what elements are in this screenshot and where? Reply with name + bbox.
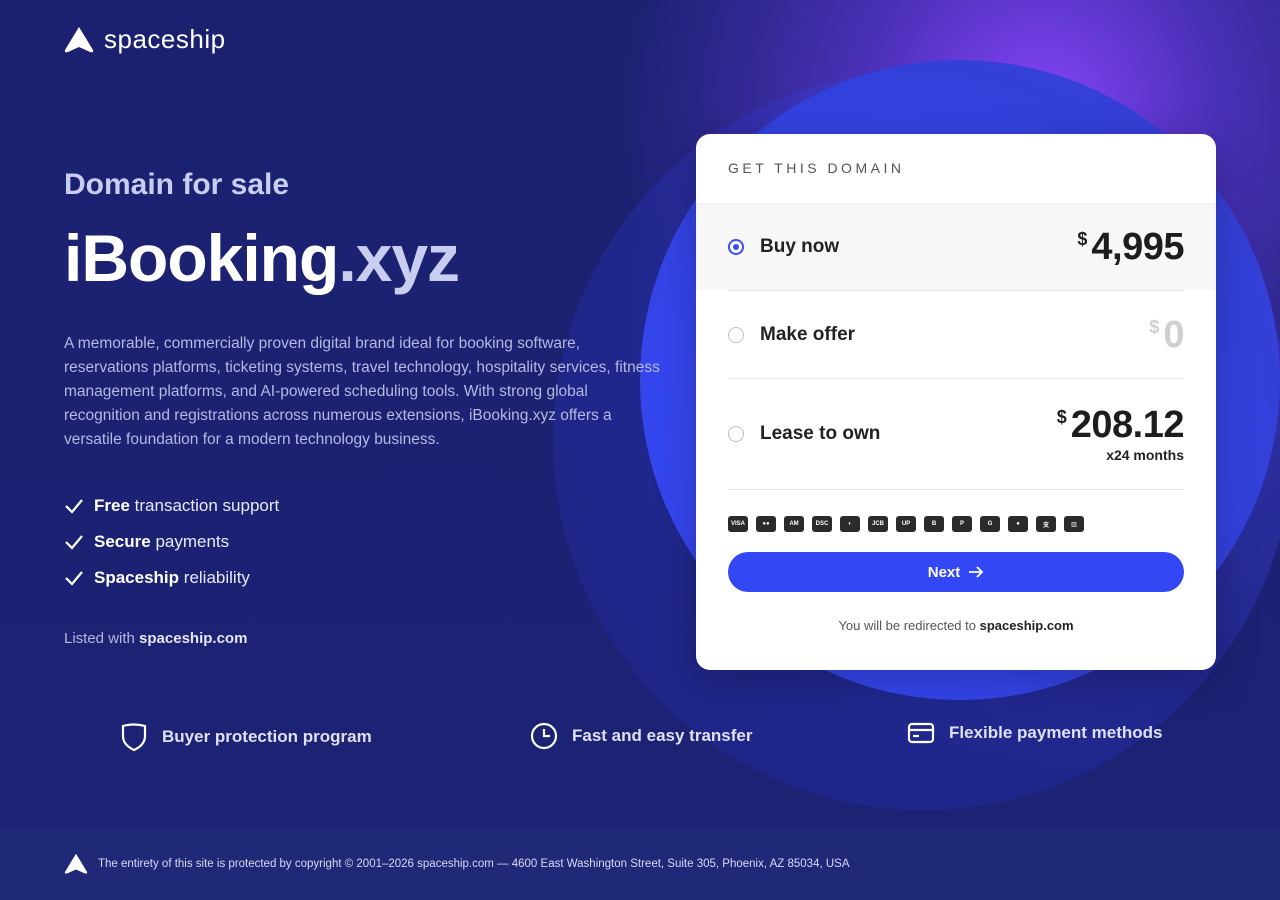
price-buy-now: $ 4,995 (1077, 227, 1184, 267)
radio-buy-now[interactable] (728, 239, 744, 255)
perk-label: Buyer protection program (162, 727, 372, 746)
feature-bold: Spaceship (94, 568, 180, 587)
option-make-offer[interactable]: Make offer $ 0 (696, 291, 1216, 378)
perk-flexible-payment: Flexible payment methods (907, 722, 1163, 744)
currency-symbol: $ (1149, 316, 1160, 337)
divider (728, 489, 1184, 490)
visa-icon: VISA (728, 516, 748, 532)
listed-with: Listed with spaceship.com (64, 630, 666, 647)
mastercard-icon: ●● (756, 516, 776, 532)
domain-title: iBooking.xyz (64, 220, 666, 296)
perk-label: Flexible payment methods (949, 723, 1163, 742)
redirect-note: You will be redirected to spaceship.com (696, 618, 1216, 633)
feature-item: Secure payments (64, 524, 666, 560)
domain-description: A memorable, commercially proven digital… (64, 335, 660, 448)
listed-prefix: Listed with (64, 630, 135, 647)
check-icon (65, 535, 83, 550)
hero-section: Domain for sale iBooking.xyz A memorable… (64, 168, 666, 647)
unionpay-icon: UP (896, 516, 916, 532)
bitcoin-icon: B (924, 516, 944, 532)
check-icon (65, 499, 83, 514)
amex-icon: AM (784, 516, 804, 532)
diners-icon: ◐ (840, 516, 860, 532)
arrow-right-icon (969, 566, 984, 578)
perk-buyer-protection: Buyer protection program (120, 722, 372, 752)
spaceship-logo-icon (64, 26, 94, 52)
next-label: Next (927, 563, 961, 581)
feature-text: transaction support (134, 496, 280, 515)
domain-name: iBooking (64, 221, 339, 295)
payment-methods: VISA ●● AM DSC ◐ JCB UP B P G ● 支 ▥ (696, 516, 1216, 532)
paypal-icon: P (952, 516, 972, 532)
feature-bold: Secure (94, 532, 151, 551)
footer-copyright: The entirety of this site is protected b… (98, 858, 850, 870)
brand-logo-link[interactable]: spaceship (64, 24, 226, 55)
currency-symbol: $ (1077, 229, 1088, 249)
alipay-icon: 支 (1036, 516, 1056, 532)
price-amount: 208.12 (1070, 404, 1185, 446)
next-button[interactable]: Next (728, 552, 1184, 592)
purchase-card: GET THIS DOMAIN Buy now $ 4,995 Make off… (696, 134, 1216, 670)
option-label: Lease to own (760, 423, 881, 444)
price-amount: 0 (1163, 313, 1184, 356)
option-label: Buy now (760, 236, 840, 257)
price-make-offer: $ 0 (1149, 315, 1184, 355)
currency-symbol: $ (1056, 407, 1067, 427)
perk-fast-transfer: Fast and easy transfer (530, 722, 752, 750)
clock-icon (530, 722, 558, 750)
feature-item: Free transaction support (64, 488, 666, 524)
feature-bold: Free (94, 496, 130, 515)
domain-extension: .xyz (338, 221, 460, 295)
feature-list: Free transaction support Secure payments… (64, 488, 666, 596)
bank-icon: ▥ (1064, 516, 1084, 532)
footer: The entirety of this site is protected b… (0, 828, 1280, 900)
perk-label: Fast and easy transfer (572, 726, 753, 745)
google-pay-icon: G (980, 516, 1000, 532)
radio-lease-to-own[interactable] (728, 426, 744, 442)
redirect-site: spaceship.com (979, 618, 1074, 633)
price-amount: 4,995 (1091, 226, 1184, 268)
apple-pay-icon: ● (1008, 516, 1028, 532)
brand-name: spaceship (104, 24, 226, 54)
option-lease-to-own[interactable]: Lease to own $ 208.12 x24 months (696, 379, 1216, 489)
jcb-icon: JCB (868, 516, 888, 532)
option-label: Make offer (760, 323, 856, 345)
shield-icon (121, 723, 147, 752)
feature-text: reliability (183, 568, 250, 587)
check-icon (65, 571, 83, 586)
radio-make-offer[interactable] (728, 326, 744, 343)
price-lease-to-own: $ 208.12 (1056, 404, 1185, 446)
card-title: GET THIS DOMAIN (696, 134, 1216, 204)
listed-site-link[interactable]: spaceship.com (139, 630, 247, 647)
feature-item: Spaceship reliability (64, 560, 666, 596)
credit-card-icon (907, 722, 935, 744)
spaceship-logo-icon (64, 853, 88, 874)
lease-term: x24 months (1106, 447, 1184, 463)
option-buy-now[interactable]: Buy now $ 4,995 (696, 204, 1216, 290)
discover-icon: DSC (812, 516, 832, 532)
feature-text: payments (155, 532, 230, 551)
redirect-prefix: You will be redirected to (838, 618, 976, 633)
kicker-title: Domain for sale (64, 168, 290, 201)
